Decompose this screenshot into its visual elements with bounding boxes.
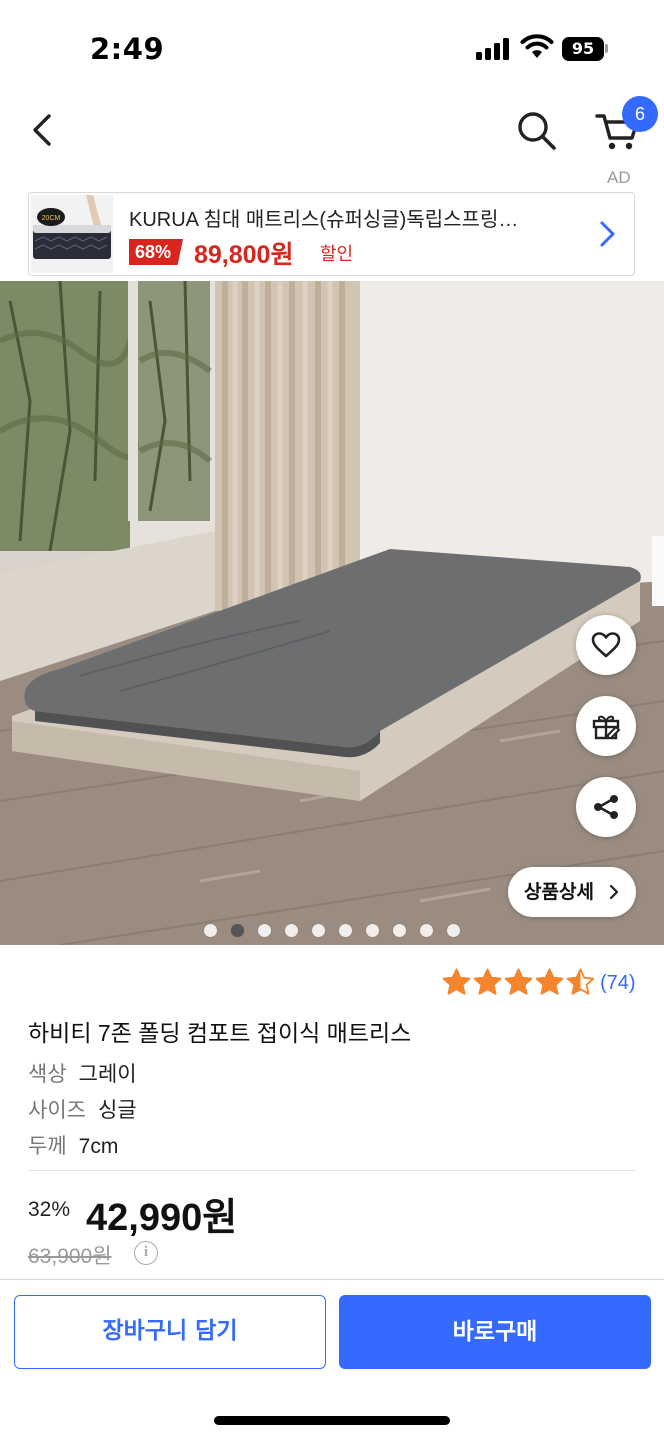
- product-image: [0, 281, 664, 945]
- gift-button[interactable]: [576, 696, 636, 756]
- carousel-dot: [231, 924, 244, 937]
- top-nav: [0, 96, 664, 186]
- ad-thumb-badge: 20CM: [42, 215, 61, 222]
- search-icon[interactable]: [514, 108, 558, 152]
- ad-thumbnail: 20CM: [31, 195, 113, 273]
- ad-label: AD: [607, 168, 631, 187]
- status-bar: 2:49 95: [0, 0, 664, 96]
- ad-price: 89,800원: [194, 241, 294, 269]
- discount-rate: 32%: [28, 1198, 71, 1221]
- carousel-dot: [393, 924, 406, 937]
- option-value: 싱글: [97, 1099, 137, 1122]
- review-count[interactable]: (74): [600, 972, 636, 995]
- final-price: 42,990원: [86, 1197, 238, 1239]
- info-icon[interactable]: i: [134, 1241, 158, 1265]
- share-icon: [594, 795, 618, 819]
- chevron-left-icon[interactable]: [24, 110, 64, 150]
- product-image-carousel[interactable]: 상품상세: [0, 281, 664, 945]
- chevron-right-icon: [609, 884, 619, 900]
- divider: [28, 1170, 636, 1171]
- star-icon: [535, 968, 564, 995]
- gift-icon: [592, 715, 621, 740]
- ad-banner[interactable]: 20CM KURUA 침대 매트리스(슈퍼싱글)독립스프링… 68% 89,80…: [28, 192, 635, 276]
- carousel-dot: [339, 924, 352, 937]
- product-detail-button[interactable]: 상품상세: [508, 867, 636, 917]
- home-indicator[interactable]: [214, 1416, 450, 1425]
- wishlist-button[interactable]: [576, 615, 636, 675]
- battery-icon: 95: [562, 37, 604, 61]
- status-time: 2:49: [90, 32, 165, 66]
- option-key: 색상: [28, 1063, 67, 1086]
- carousel-dot: [366, 924, 379, 937]
- carousel-dot: [447, 924, 460, 937]
- cart-count-badge[interactable]: 6: [622, 96, 658, 132]
- carousel-dot: [258, 924, 271, 937]
- star-icon: [473, 968, 502, 995]
- product-detail-label: 상품상세: [524, 881, 594, 903]
- ad-price-note: 할인: [320, 244, 354, 265]
- carousel-dot: [420, 924, 433, 937]
- original-price: 63,900원: [28, 1245, 112, 1268]
- ad-discount-badge: 68%: [129, 239, 184, 265]
- carousel-dot: [312, 924, 325, 937]
- share-button[interactable]: [576, 777, 636, 837]
- star-icon: [442, 968, 471, 995]
- wifi-icon: [520, 34, 554, 58]
- star-icon: [566, 968, 595, 995]
- battery-tip: [605, 44, 608, 53]
- option-key: 사이즈: [28, 1099, 86, 1122]
- bottom-bar-divider: [0, 1279, 664, 1280]
- heart-icon: [591, 632, 621, 658]
- star-icon: [504, 968, 533, 995]
- chevron-right-icon: [600, 221, 615, 247]
- buy-now-button[interactable]: 바로구매: [339, 1295, 651, 1369]
- option-key: 두께: [28, 1135, 67, 1158]
- option-value: 그레이: [78, 1063, 137, 1086]
- add-to-cart-button[interactable]: 장바구니 담기: [14, 1295, 326, 1369]
- product-title: 하비티 7존 폴딩 컴포트 접이식 매트리스: [28, 1020, 412, 1046]
- ad-title: KURUA 침대 매트리스(슈퍼싱글)독립스프링…: [129, 209, 519, 231]
- option-row-color: 색상 그레이: [28, 1058, 137, 1088]
- carousel-dot: [285, 924, 298, 937]
- signal-icon: [476, 38, 510, 60]
- carousel-dot: [204, 924, 217, 937]
- option-row-thickness: 두께 7cm: [28, 1130, 118, 1160]
- option-row-size: 사이즈 싱글: [28, 1094, 137, 1124]
- option-value: 7cm: [78, 1135, 119, 1158]
